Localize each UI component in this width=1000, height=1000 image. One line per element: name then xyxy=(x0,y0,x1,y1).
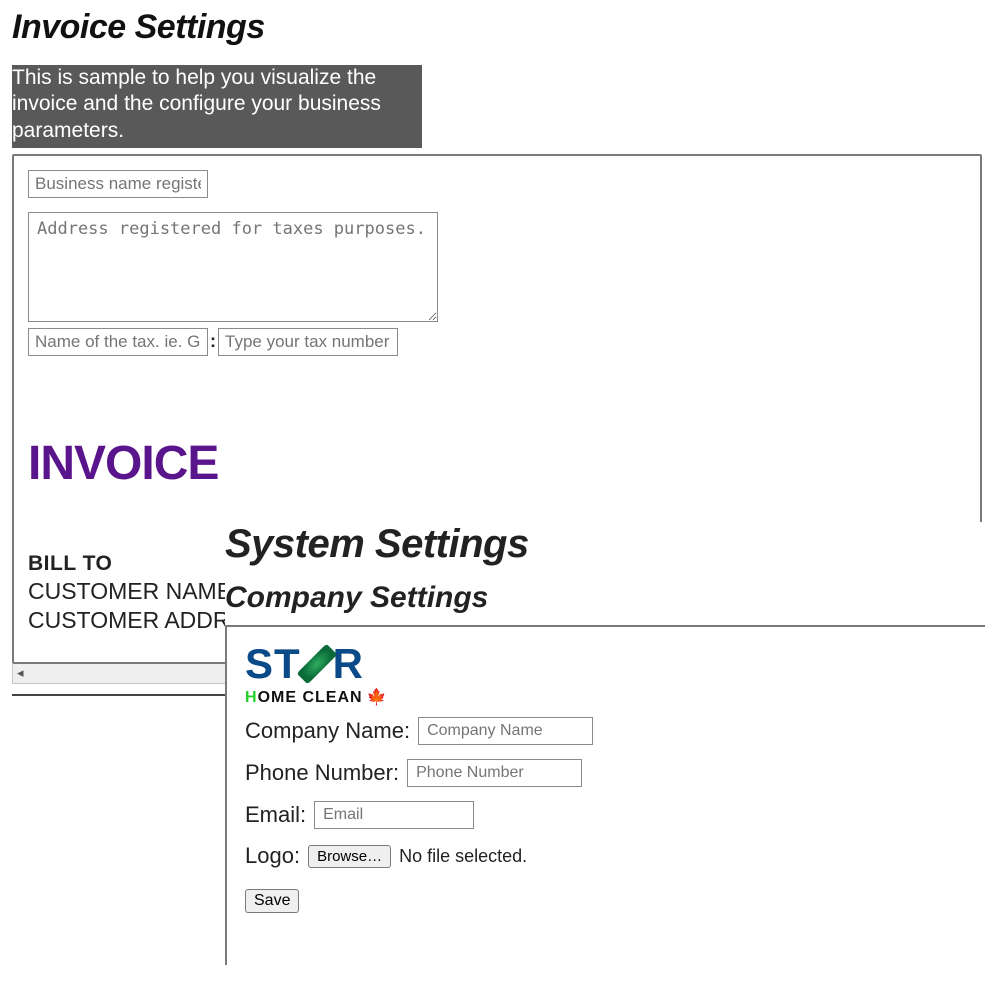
phone-number-label: Phone Number: xyxy=(245,760,399,786)
tax-number-input[interactable] xyxy=(218,328,398,356)
logo-diamond-icon xyxy=(296,644,337,685)
email-label: Email: xyxy=(245,802,306,828)
no-file-selected-text: No file selected. xyxy=(399,846,527,867)
save-button[interactable]: Save xyxy=(245,889,299,913)
system-settings-title: System Settings xyxy=(225,522,995,567)
phone-number-input[interactable] xyxy=(407,759,582,787)
tax-name-input[interactable] xyxy=(28,328,208,356)
invoice-heading: INVOICE xyxy=(28,436,966,491)
company-name-label: Company Name: xyxy=(245,718,410,744)
company-settings-subtitle: Company Settings xyxy=(225,581,995,615)
email-input[interactable] xyxy=(314,801,474,829)
business-address-textarea[interactable] xyxy=(28,212,438,322)
business-name-input[interactable] xyxy=(28,170,208,198)
logo-text-st: ST xyxy=(245,643,301,685)
logo-label: Logo: xyxy=(245,843,300,869)
browse-button[interactable]: Browse… xyxy=(308,845,391,868)
invoice-settings-title: Invoice Settings xyxy=(12,8,992,47)
logo-text-h: H xyxy=(245,689,258,706)
tax-colon: : xyxy=(208,331,218,351)
invoice-hint-box: This is sample to help you visualize the… xyxy=(12,65,422,148)
system-settings-panel: System Settings Company Settings ST R HO… xyxy=(225,522,995,965)
logo-text-homeclean: OME CLEAN xyxy=(258,689,363,706)
company-logo: ST R HOME CLEAN🍁 xyxy=(245,643,971,707)
company-name-input[interactable] xyxy=(418,717,593,745)
company-settings-frame: ST R HOME CLEAN🍁 Company Name: Phone Num… xyxy=(225,625,985,965)
scroll-left-icon[interactable]: ◂ xyxy=(17,665,24,681)
maple-leaf-icon: 🍁 xyxy=(363,689,388,706)
logo-text-r: R xyxy=(333,643,364,685)
